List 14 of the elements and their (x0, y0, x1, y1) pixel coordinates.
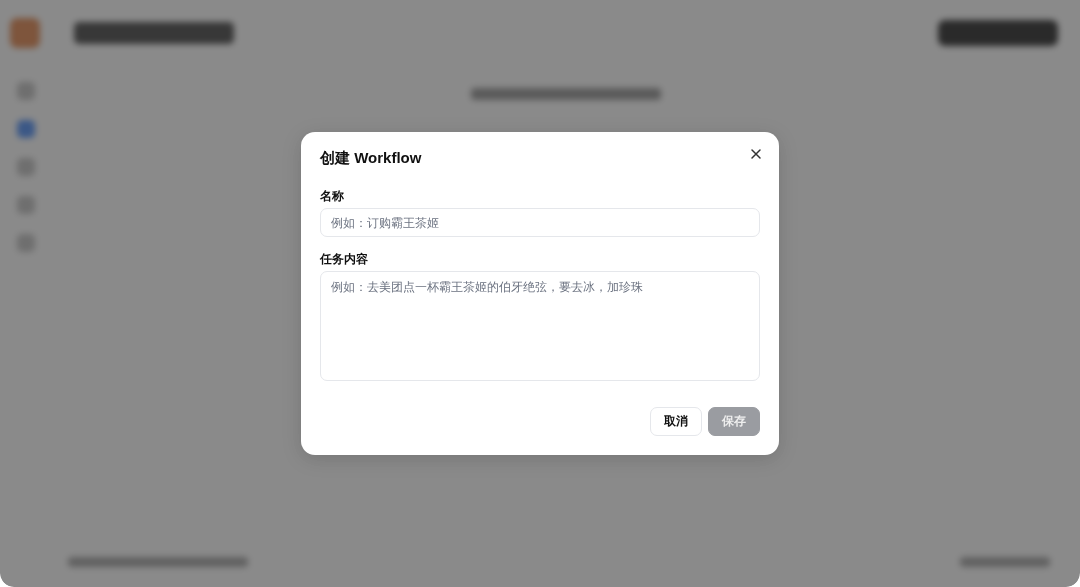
cancel-button[interactable]: 取消 (650, 407, 702, 436)
field-label: 名称 (320, 188, 345, 205)
sidebar-icon[interactable] (17, 196, 35, 214)
header-button[interactable] (938, 20, 1058, 46)
close-icon[interactable] (749, 147, 763, 161)
sidebar-icon[interactable] (17, 234, 35, 252)
sidebar-icon[interactable] (17, 158, 35, 176)
sidebar-icon[interactable] (17, 82, 35, 100)
sidebar-icon[interactable] (17, 120, 35, 138)
app-logo-icon (10, 18, 40, 48)
field-label: 任务内容 (320, 251, 369, 268)
dialog-title: 创建 Workflow (320, 148, 422, 168)
textarea-field[interactable]: 例如：去美团点一杯霸王茶姬的伯牙绝弦，要去冰，加珍珠 (320, 271, 760, 381)
input-field[interactable]: 例如：订购霸王茶姬 (320, 208, 760, 237)
